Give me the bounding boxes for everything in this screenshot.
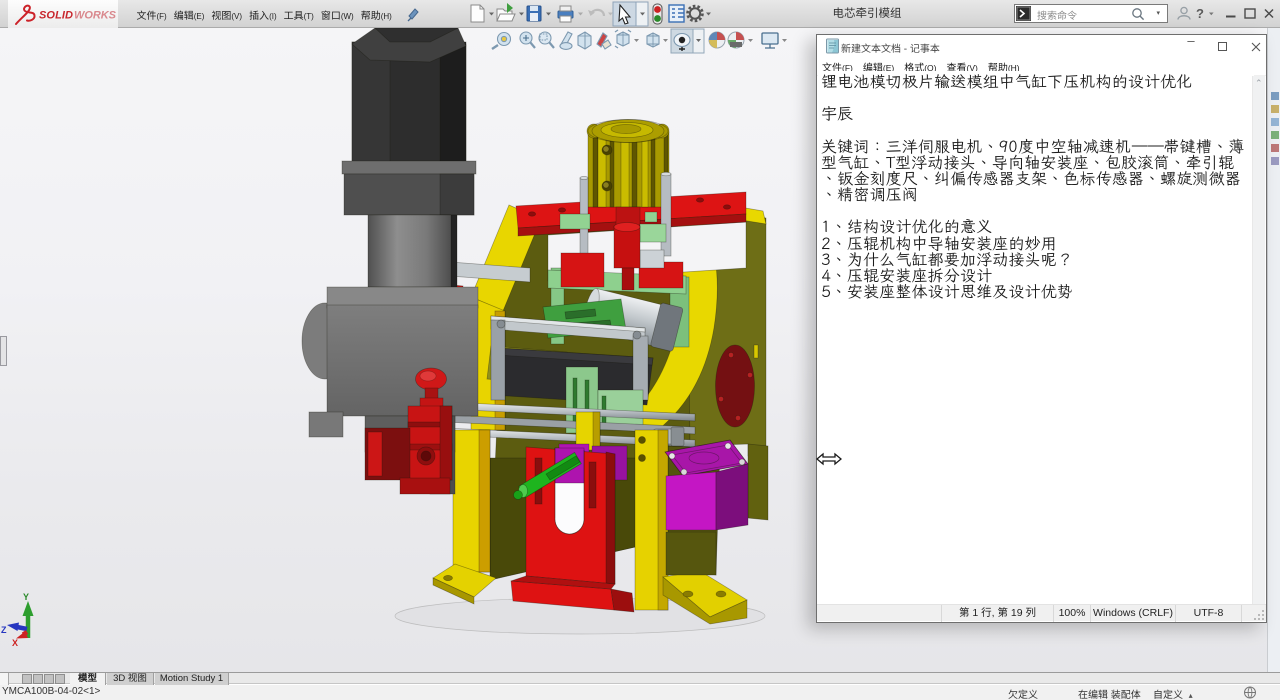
svg-text:WORKS: WORKS xyxy=(74,10,116,22)
svg-text:X: X xyxy=(12,638,18,646)
svg-text:SOLID: SOLID xyxy=(39,10,73,22)
svg-text:Z: Z xyxy=(1,625,7,635)
svg-text:Y: Y xyxy=(23,592,29,602)
svg-text:?: ? xyxy=(1196,6,1204,21)
